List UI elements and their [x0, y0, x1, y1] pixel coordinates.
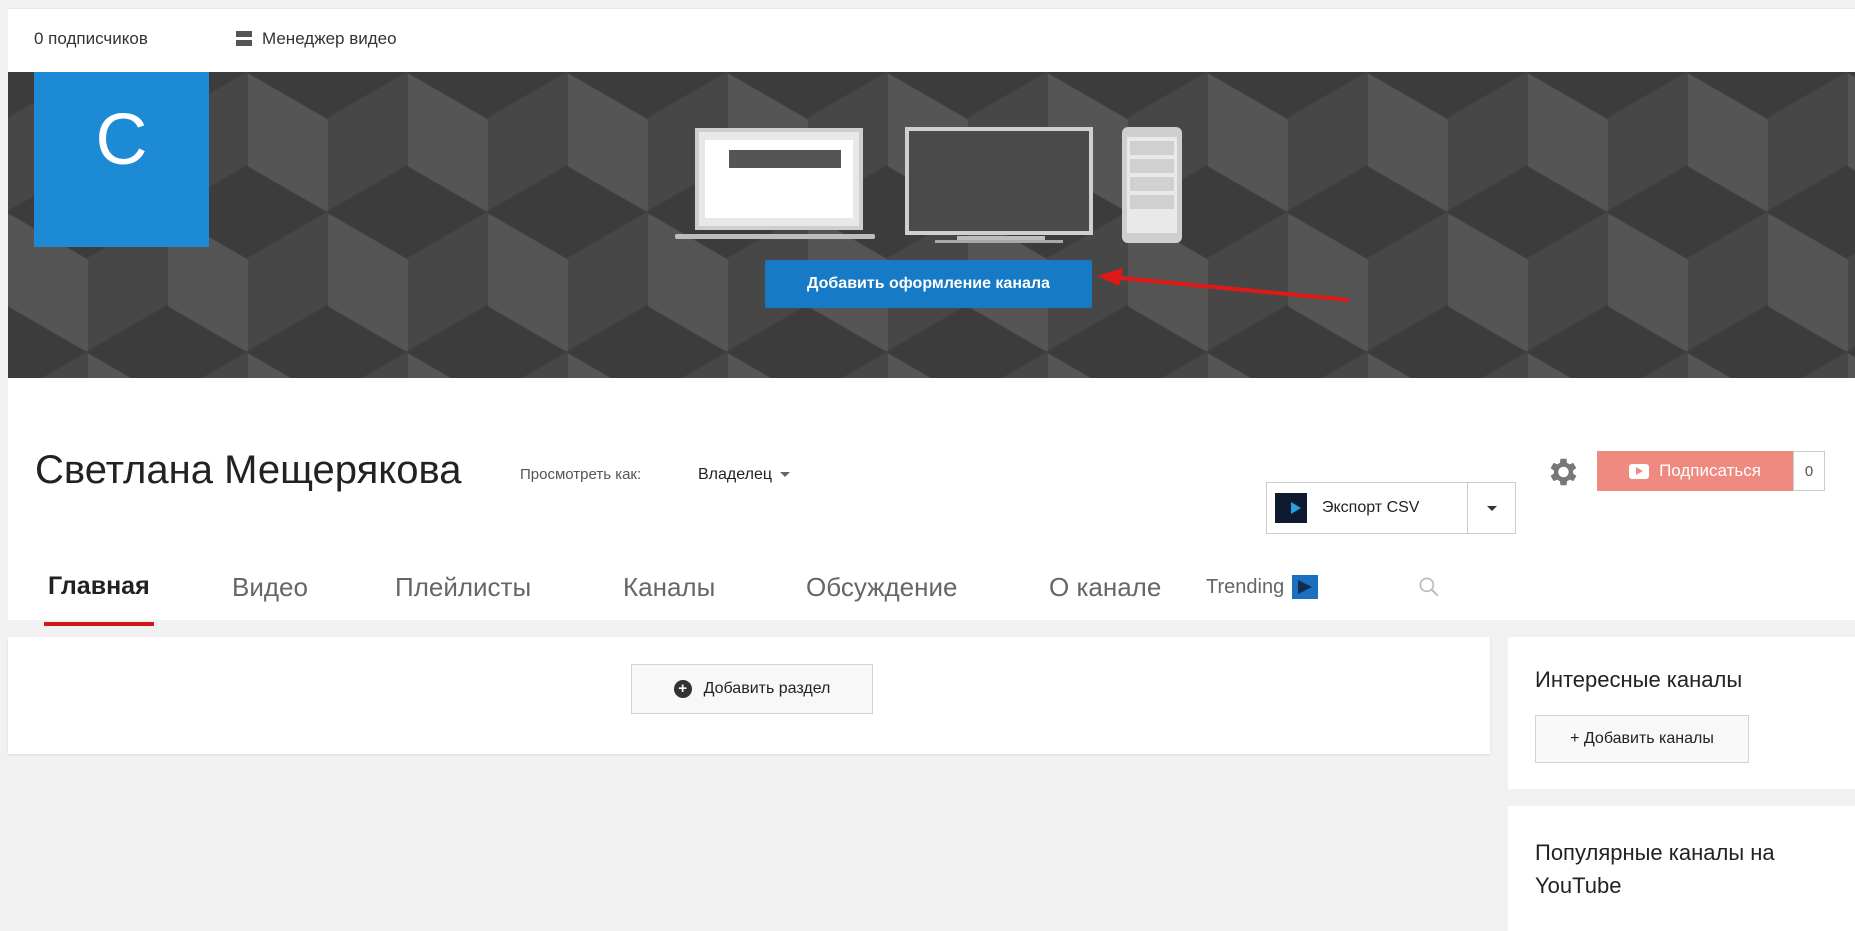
video-manager-link[interactable]: Менеджер видео	[236, 29, 397, 49]
featured-channels-panel: Интересные каналы + Добавить каналы	[1508, 637, 1855, 789]
view-as-value: Владелец	[698, 466, 773, 483]
channel-avatar[interactable]: C	[34, 72, 209, 247]
tab-about[interactable]: О канале	[1049, 572, 1161, 620]
tab-playlists[interactable]: Плейлисты	[395, 572, 531, 620]
channel-header: Светлана Мещерякова Просмотреть как: Вла…	[8, 378, 1855, 626]
view-as-label: Просмотреть как:	[520, 466, 642, 483]
plus-circle-icon: +	[673, 680, 692, 698]
youtube-play-icon	[1629, 463, 1650, 479]
popular-channels-title: Популярные каналы на YouTube	[1535, 840, 1775, 898]
trending-icon	[1292, 575, 1319, 599]
view-as-dropdown[interactable]: Владелец	[698, 466, 791, 484]
search-icon[interactable]	[1416, 574, 1442, 600]
export-csv-button[interactable]: Экспорт CSV	[1266, 482, 1516, 534]
tab-discussion[interactable]: Обсуждение	[806, 572, 957, 620]
tab-videos[interactable]: Видео	[232, 572, 308, 620]
tab-channels[interactable]: Каналы	[623, 572, 715, 620]
video-manager-icon	[236, 31, 252, 47]
channel-name: Светлана Мещерякова	[35, 448, 462, 492]
tab-trending[interactable]: Trending	[1206, 575, 1319, 599]
chevron-down-icon	[780, 472, 791, 478]
export-csv-label: Экспорт CSV	[1322, 499, 1420, 516]
subscribe-label: Подписаться	[1659, 461, 1761, 480]
red-arrow-annotation	[1097, 268, 1350, 302]
tab-home[interactable]: Главная	[44, 572, 154, 626]
main-content-card: + Добавить раздел	[8, 637, 1490, 754]
chevron-down-icon	[1486, 505, 1497, 511]
top-bar: 0 подписчиков Менеджер видео	[8, 8, 1855, 72]
popular-channels-panel: Популярные каналы на YouTube	[1508, 806, 1855, 931]
laptop-icon	[695, 128, 863, 230]
subscribe-count: 0	[1793, 451, 1825, 491]
add-section-label: Добавить раздел	[703, 680, 831, 697]
channel-tabs: Главная Видео Плейлисты Каналы Обсуждени…	[8, 572, 1508, 626]
gear-icon[interactable]	[1544, 454, 1580, 490]
subscribe-widget: Подписаться 0	[1597, 451, 1825, 491]
add-channel-art-button[interactable]: Добавить оформление канала	[765, 260, 1092, 308]
tv-icon	[905, 127, 1093, 235]
export-dropdown-toggle[interactable]	[1467, 483, 1515, 533]
video-manager-label: Менеджер видео	[262, 29, 397, 48]
device-preview-illustration	[675, 125, 1195, 245]
add-section-button[interactable]: + Добавить раздел	[631, 664, 873, 714]
tab-trending-label: Trending	[1206, 575, 1285, 598]
featured-channels-title: Интересные каналы	[1535, 667, 1743, 692]
phone-icon	[1122, 127, 1182, 243]
subscriber-count: 0 подписчиков	[34, 29, 148, 48]
export-logo-icon	[1275, 493, 1307, 523]
subscribe-button[interactable]: Подписаться	[1597, 451, 1793, 491]
add-channels-button[interactable]: + Добавить каналы	[1535, 715, 1749, 763]
